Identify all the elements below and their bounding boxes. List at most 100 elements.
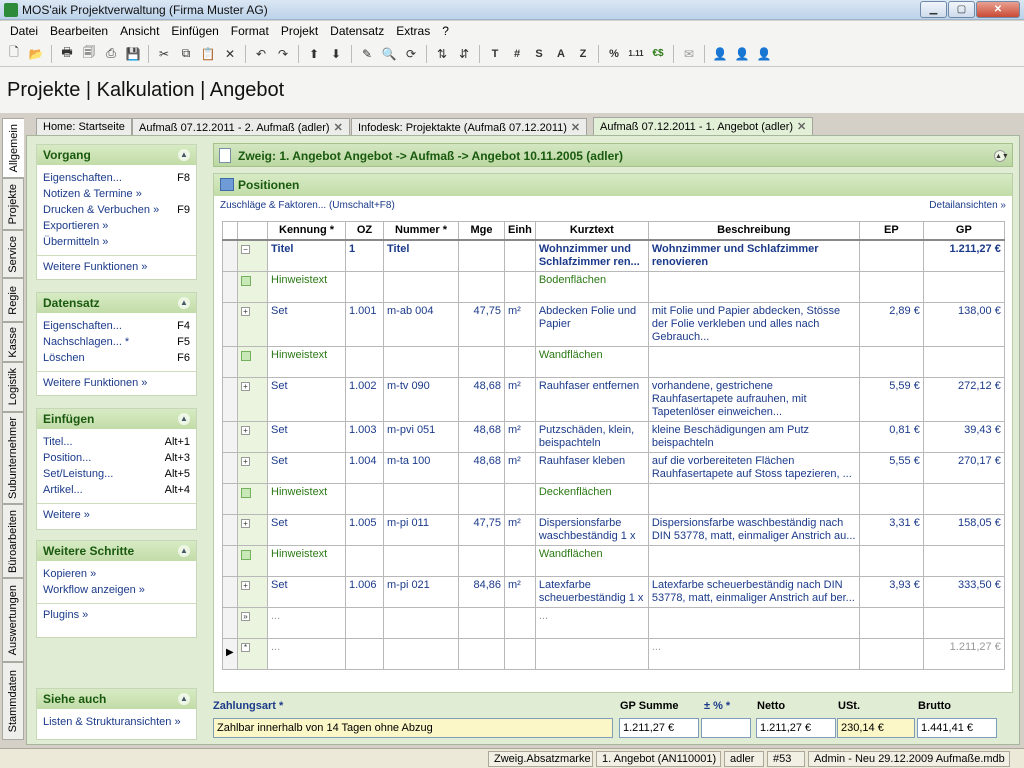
cell-kurztext[interactable]: Wohnzimmer und Schlafzimmer ren... [534, 239, 649, 272]
paste-icon[interactable]: 📋 [198, 44, 218, 64]
table-row[interactable]: + Set 1.003 m-pvi 051 48,68 m² Putzschäd… [222, 421, 1005, 453]
table-row[interactable]: + Set 1.006 m-pi 021 84,86 m² Latexfarbe… [222, 576, 1005, 608]
vtab-allgemein[interactable]: Allgemein [2, 118, 24, 178]
action-eigenschaften[interactable]: Eigenschaften... F4 [37, 319, 196, 335]
cell-kurztext[interactable]: Rauhfaser kleben [534, 452, 649, 484]
panel-header[interactable]: Datensatz ▲ [37, 293, 196, 313]
cell-kurztext[interactable]: Wandflächen [534, 346, 649, 378]
collapse-icon[interactable]: ▲ [178, 149, 190, 161]
zweig-header[interactable]: Zweig: 1. Angebot Angebot -> Aufmaß -> A… [213, 143, 1013, 167]
tree-cell[interactable] [237, 483, 268, 515]
action-listen[interactable]: Listen & Strukturansichten » [37, 715, 196, 731]
cell-oz[interactable]: 1 [345, 239, 384, 272]
panel-header[interactable]: Weitere Schritte ▲ [37, 541, 196, 561]
cell-kennung[interactable]: Set [267, 421, 346, 453]
vtab-regie[interactable]: Regie [2, 278, 24, 322]
cell-ep[interactable]: 5,59 € [858, 377, 924, 422]
col-gp[interactable]: GP [922, 221, 1005, 241]
row-indicator[interactable] [222, 271, 238, 303]
print-icon[interactable]: 🖶 [57, 44, 77, 64]
action-weitere-funktionen[interactable]: Weitere Funktionen » [37, 260, 196, 276]
vtab-bueroarbeiten[interactable]: Büroarbeiten [2, 504, 24, 578]
insert-title-button[interactable]: T [485, 44, 505, 64]
table-row[interactable]: Hinweistext Bodenflächen [222, 271, 1005, 303]
cell-mge[interactable] [458, 239, 505, 272]
cell-beschreibung[interactable]: kleine Beschädigungen am Putz beispachte… [647, 421, 860, 453]
col-einh[interactable]: Einh [504, 221, 536, 241]
new-document-icon[interactable]: 🗋 [4, 44, 24, 64]
cell-einh[interactable]: m² [504, 576, 536, 608]
insert-article-button[interactable]: A [551, 44, 571, 64]
insert-position-button[interactable]: # [507, 44, 527, 64]
cell-kennung[interactable]: Hinweistext [267, 545, 346, 577]
cell-gp[interactable]: 272,12 € [922, 377, 1005, 422]
cell-oz[interactable]: 1.006 [345, 576, 384, 608]
search-icon[interactable]: 🔍 [379, 44, 399, 64]
maximize-button[interactable]: ▢ [948, 1, 975, 18]
menu-datei[interactable]: Datei [4, 21, 44, 41]
cell-kennung[interactable]: Set [267, 377, 346, 422]
cell-mge[interactable] [458, 483, 505, 515]
cell-nummer[interactable]: m-pi 011 [383, 514, 459, 546]
action-weitere-funktionen[interactable]: Weitere Funktionen » [37, 376, 196, 392]
move-up-icon[interactable]: ⬆ [304, 44, 324, 64]
collapse-icon[interactable]: ▲ [178, 297, 190, 309]
cell-kennung[interactable]: ... [267, 607, 346, 639]
cell-kennung[interactable]: Set [267, 452, 346, 484]
user-yellow-icon[interactable]: 👤 [732, 44, 752, 64]
cell-mge[interactable] [458, 271, 505, 303]
menu-help[interactable]: ? [436, 21, 455, 41]
table-row[interactable]: + Set 1.005 m-pi 011 47,75 m² Dispersion… [222, 514, 1005, 546]
action-kopieren[interactable]: Kopieren » [37, 567, 196, 583]
table-row[interactable]: + Set 1.004 m-ta 100 48,68 m² Rauhfaser … [222, 452, 1005, 484]
current-row-indicator[interactable]: ▶ [222, 638, 238, 670]
cell-beschreibung[interactable]: Wohnzimmer und Schlafzimmer renovieren [647, 239, 860, 272]
close-tab-icon[interactable]: ✕ [797, 121, 806, 133]
cell-kennung[interactable]: Set [267, 302, 346, 347]
cell-ep[interactable] [858, 638, 924, 670]
row-indicator[interactable] [222, 239, 238, 272]
action-weitere[interactable]: Weitere » [37, 508, 196, 524]
vtab-projekte[interactable]: Projekte [2, 178, 24, 230]
cell-nummer[interactable] [383, 638, 459, 670]
row-indicator[interactable] [222, 576, 238, 608]
vtab-subunternehmer[interactable]: Subunternehmer [2, 412, 24, 504]
copy-icon[interactable]: ⧉ [176, 44, 196, 64]
sort-descending-icon[interactable]: ⇵ [454, 44, 474, 64]
cell-oz[interactable]: 1.005 [345, 514, 384, 546]
panel-header[interactable]: Vorgang ▲ [37, 145, 196, 165]
close-tab-icon[interactable]: ✕ [334, 122, 343, 134]
table-row[interactable]: Hinweistext Deckenflächen [222, 483, 1005, 515]
close-tab-icon[interactable]: ✕ [571, 122, 580, 134]
cell-kennung[interactable]: Set [267, 576, 346, 608]
row-indicator[interactable] [222, 377, 238, 422]
collapse-node-icon[interactable]: − [241, 245, 250, 254]
sort-ascending-icon[interactable]: ⇅ [432, 44, 452, 64]
print-preview-icon[interactable]: 🗐 [79, 44, 99, 64]
expand-node-icon[interactable]: + [241, 307, 250, 316]
cell-ep[interactable]: 0,81 € [858, 421, 924, 453]
expand-node-icon[interactable]: + [241, 581, 250, 590]
cell-nummer[interactable]: m-pvi 051 [383, 421, 459, 453]
cell-gp[interactable]: 158,05 € [922, 514, 1005, 546]
menu-projekt[interactable]: Projekt [275, 21, 324, 41]
cell-mge[interactable] [458, 607, 505, 639]
tree-cell[interactable]: + [237, 576, 268, 608]
tree-cell[interactable] [237, 545, 268, 577]
undo-icon[interactable]: ↶ [251, 44, 271, 64]
cell-beschreibung[interactable] [647, 607, 860, 639]
tree-cell[interactable] [237, 346, 268, 378]
cell-nummer[interactable] [383, 346, 459, 378]
cell-einh[interactable]: m² [504, 421, 536, 453]
col-mge[interactable]: Mge [458, 221, 505, 241]
close-button[interactable]: ✕ [976, 1, 1020, 18]
cut-icon[interactable]: ✂ [154, 44, 174, 64]
cell-beschreibung[interactable] [647, 346, 860, 378]
table-row[interactable]: + Set 1.001 m-ab 004 47,75 m² Abdecken F… [222, 302, 1005, 347]
cell-oz[interactable] [345, 638, 384, 670]
cell-mge[interactable] [458, 545, 505, 577]
cell-kurztext[interactable]: ... [534, 607, 649, 639]
cell-mge[interactable]: 48,68 [458, 377, 505, 422]
cell-einh[interactable] [504, 545, 536, 577]
tab-aufmass-2[interactable]: Aufmaß 07.12.2011 - 2. Aufmaß (adler) ✕ [132, 118, 350, 135]
